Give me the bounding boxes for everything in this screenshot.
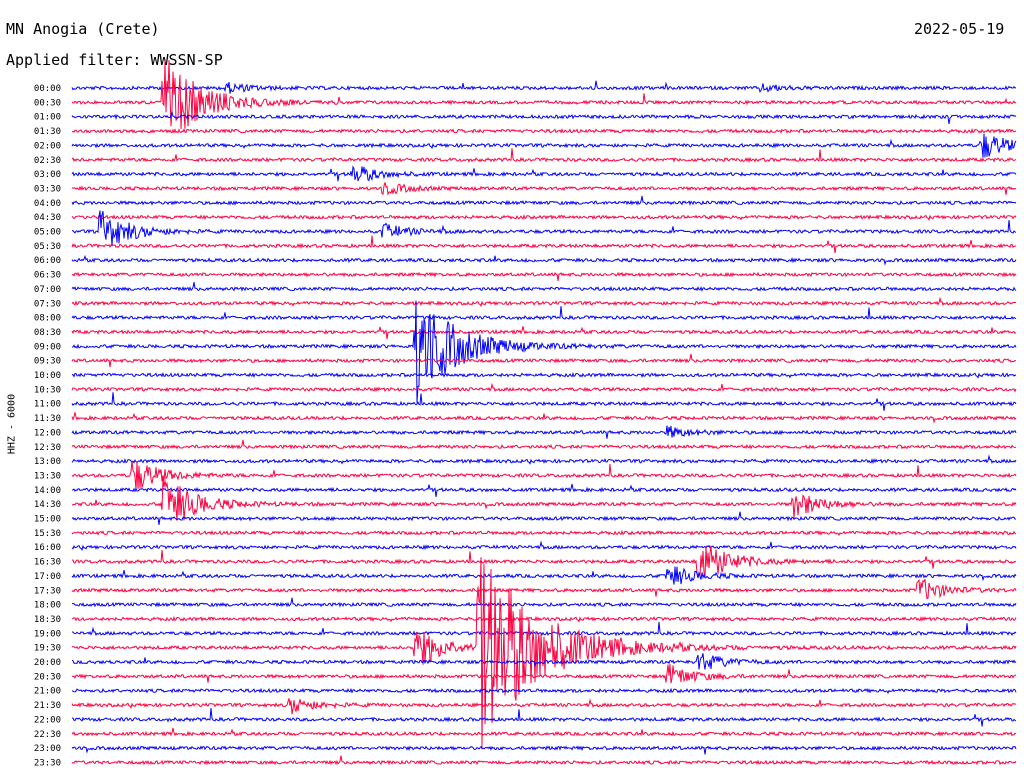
row-time-label: 08:00	[34, 314, 61, 324]
trace-line	[71, 306, 1017, 321]
trace-line	[71, 566, 1017, 585]
row-time-label: 03:00	[34, 170, 61, 180]
trace-line	[71, 511, 1017, 525]
row-time-label: 20:00	[34, 658, 61, 668]
trace-line	[71, 353, 1017, 368]
row-time-label: 14:00	[34, 486, 61, 496]
trace-line	[71, 727, 1017, 737]
trace-line	[71, 439, 1017, 450]
trace-line	[71, 80, 1017, 94]
trace-line	[71, 127, 1017, 134]
trace-line	[71, 540, 1017, 551]
row-time-label: 22:00	[34, 715, 61, 725]
row-time-label: 17:30	[34, 586, 61, 596]
trace-line	[71, 235, 1017, 253]
row-time-label: 00:30	[34, 98, 61, 108]
row-time-label: 12:00	[34, 428, 61, 438]
trace-line	[71, 454, 1017, 465]
row-time-label: 11:30	[34, 414, 61, 424]
row-time-label: 21:30	[34, 701, 61, 711]
row-time-label: 17:00	[34, 572, 61, 582]
trace-line	[71, 478, 1017, 521]
row-time-label: 08:30	[34, 328, 61, 338]
trace-line	[71, 148, 1017, 163]
trace-line	[71, 133, 1017, 158]
trace-line	[71, 621, 1017, 637]
trace-line	[71, 165, 1017, 182]
trace-line	[72, 707, 1017, 727]
row-time-label: 10:00	[34, 371, 61, 381]
trace-line	[71, 59, 1017, 130]
row-time-label: 19:30	[34, 644, 61, 654]
row-time-label: 20:30	[34, 672, 61, 682]
row-time-label: 16:00	[34, 543, 61, 553]
row-time-label: 07:30	[34, 299, 61, 309]
row-time-label: 14:30	[34, 500, 61, 510]
row-time-label: 00:00	[34, 84, 61, 94]
trace-line	[71, 392, 1017, 411]
row-time-label: 04:30	[34, 213, 61, 223]
row-time-label: 01:00	[34, 113, 61, 123]
trace-line	[71, 195, 1017, 206]
trace-line	[71, 271, 1017, 281]
trace-line	[71, 483, 1017, 497]
row-time-label: 09:30	[34, 357, 61, 367]
row-time-label: 10:30	[34, 385, 61, 395]
trace-line	[71, 254, 1017, 266]
row-time-label: 02:30	[34, 156, 61, 166]
trace-line	[71, 755, 1017, 766]
row-time-label: 02:00	[34, 141, 61, 151]
trace-line	[71, 745, 1017, 755]
row-time-label: 09:00	[34, 342, 61, 352]
row-time-label: 11:00	[34, 400, 61, 410]
row-time-label: 23:30	[34, 758, 61, 768]
row-time-label: 05:00	[34, 228, 61, 238]
trace-line	[71, 529, 1017, 537]
row-time-label: 18:00	[34, 601, 61, 611]
row-time-label: 03:30	[34, 184, 61, 194]
row-time-label: 01:30	[34, 127, 61, 137]
trace-line	[71, 412, 1017, 424]
row-time-label: 23:00	[34, 744, 61, 754]
trace-line	[71, 687, 1017, 695]
row-time-label: 15:00	[34, 515, 61, 525]
trace-line	[71, 371, 1017, 379]
trace-line	[71, 664, 1017, 684]
seismogram-plot: 00:00 00:30 01:00 01:30 02:00 02:30 03:00 03:30…	[34, 59, 1017, 768]
row-time-label: 22:30	[34, 730, 61, 740]
trace-line	[71, 615, 1017, 623]
trace-line	[71, 110, 1017, 124]
row-time-label: 16:30	[34, 558, 61, 568]
trace-line	[71, 545, 1017, 578]
row-time-label: 15:30	[34, 529, 61, 539]
row-time-label: 19:00	[34, 629, 61, 639]
trace-line	[71, 382, 1017, 393]
row-time-label: 07:00	[34, 285, 61, 295]
trace-line	[71, 597, 1017, 608]
trace-line	[71, 213, 1017, 222]
row-time-label: 05:30	[34, 242, 61, 252]
row-time-label: 13:00	[34, 457, 61, 467]
trace-line	[71, 698, 1017, 715]
row-time-label: 06:30	[34, 271, 61, 281]
row-time-label: 18:30	[34, 615, 61, 625]
trace-line	[71, 296, 1017, 308]
trace-line	[71, 282, 1017, 292]
row-time-label: 21:00	[34, 687, 61, 697]
row-time-label: 12:30	[34, 443, 61, 453]
row-time-label: 04:00	[34, 199, 61, 209]
trace-line	[71, 425, 1017, 439]
trace-line	[71, 182, 1017, 196]
trace-line	[71, 578, 1017, 600]
row-time-label: 06:00	[34, 256, 61, 266]
trace-line	[71, 460, 1017, 490]
row-time-label: 13:30	[34, 471, 61, 481]
trace-line	[71, 326, 1017, 340]
